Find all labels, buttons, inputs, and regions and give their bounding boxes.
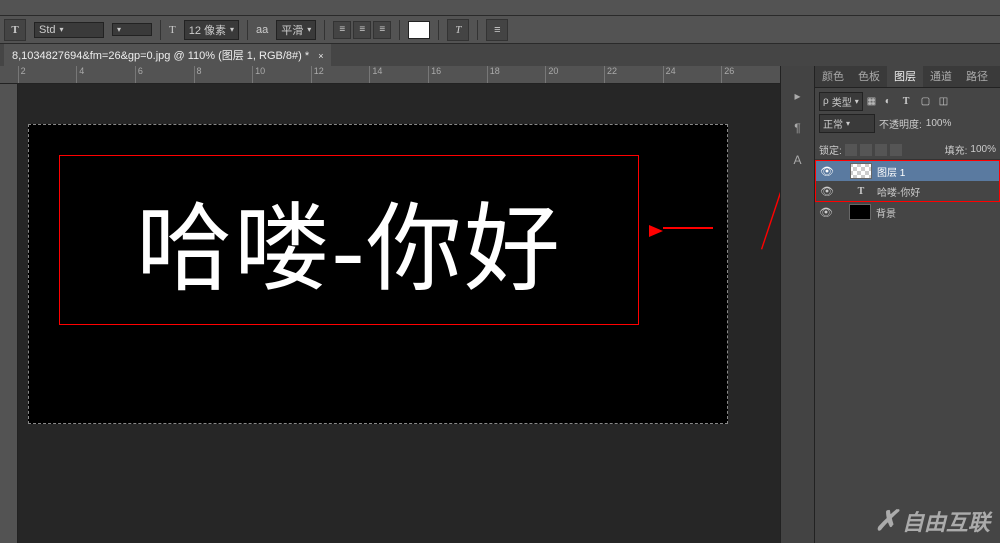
- filter-pixel-icon[interactable]: ▦: [867, 96, 881, 107]
- visibility-eye-icon[interactable]: 👁: [819, 206, 833, 219]
- annotation-arrow-icon: [649, 225, 663, 237]
- text-selection-box[interactable]: 哈喽-你好: [59, 155, 639, 325]
- layer-row[interactable]: 👁 背景: [815, 202, 1000, 222]
- menu-bar-placeholder: [0, 0, 1000, 16]
- opacity-label: 不透明度:: [879, 116, 922, 131]
- panel-tab-2[interactable]: 图层: [887, 65, 923, 87]
- fill-value[interactable]: 100%: [970, 144, 996, 155]
- opacity-value[interactable]: 100%: [926, 118, 952, 129]
- panel-tab-1[interactable]: 色板: [851, 65, 887, 87]
- panel-tab-0[interactable]: 颜色: [815, 65, 851, 87]
- filter-type-icon[interactable]: T: [903, 96, 917, 107]
- layer-row[interactable]: 👁 图层 1: [816, 161, 999, 181]
- panels-column: 颜色色板图层通道路径 ρ类型▾ ▦ ◐ T ▢ ◫ 正常▾ 不透明度: 100%…: [815, 66, 1000, 543]
- fill-label: 填充:: [945, 142, 968, 157]
- layer-name[interactable]: 背景: [876, 205, 896, 220]
- document-tab[interactable]: 8,1034827694&fm=26&gp=0.jpg @ 110% (图层 1…: [4, 44, 331, 66]
- canvas-text[interactable]: 哈喽-你好: [136, 171, 562, 310]
- layer-thumbnail: [850, 163, 872, 179]
- lock-position-icon[interactable]: [875, 144, 887, 156]
- font-size-dropdown[interactable]: 12 像素▾: [184, 20, 239, 40]
- align-right-button[interactable]: ≡: [373, 21, 391, 39]
- layer-row[interactable]: 👁 T 哈喽-你好: [816, 181, 999, 201]
- layer-filter-dropdown[interactable]: ρ类型▾: [819, 92, 863, 111]
- chevron-down-icon: ▾: [307, 25, 311, 34]
- dock-icon[interactable]: ▸: [788, 86, 808, 106]
- separator: [399, 20, 400, 40]
- font-family-dropdown[interactable]: Std▾: [34, 22, 104, 38]
- text-color-swatch[interactable]: [408, 21, 430, 39]
- vertical-ruler: [0, 84, 18, 543]
- separator: [160, 20, 161, 40]
- type-layer-icon: T: [850, 183, 872, 199]
- panel-tab-bar: 颜色色板图层通道路径: [815, 66, 1000, 88]
- blend-mode-dropdown[interactable]: 正常▾: [819, 114, 875, 133]
- antialias-icon: aa: [256, 24, 268, 36]
- artboard[interactable]: 哈喽-你好: [28, 124, 728, 424]
- close-tab-icon[interactable]: ×: [318, 51, 323, 61]
- visibility-eye-icon[interactable]: 👁: [820, 165, 834, 178]
- character-panel-button[interactable]: ≡: [486, 19, 508, 41]
- text-align-group: ≡ ≡ ≡: [333, 21, 391, 39]
- annotation-highlight-box: 👁 图层 1 👁 T 哈喽-你好: [815, 160, 1000, 202]
- lock-label: 锁定:: [819, 142, 842, 157]
- antialias-dropdown[interactable]: 平滑▾: [276, 20, 316, 40]
- visibility-eye-icon[interactable]: 👁: [820, 185, 834, 198]
- lock-transparent-icon[interactable]: [845, 144, 857, 156]
- warp-text-button[interactable]: T: [447, 19, 469, 41]
- separator: [477, 20, 478, 40]
- chevron-down-icon: ▾: [230, 25, 234, 34]
- document-tab-bar: 8,1034827694&fm=26&gp=0.jpg @ 110% (图层 1…: [0, 44, 1000, 66]
- lock-all-icon[interactable]: [890, 144, 902, 156]
- annotation-arrow-line: [663, 227, 713, 229]
- lock-pixels-icon[interactable]: [860, 144, 872, 156]
- font-style-dropdown[interactable]: ▾: [112, 23, 152, 36]
- watermark-text: 自由互联: [902, 505, 990, 537]
- panel-tab-4[interactable]: 路径: [959, 65, 995, 87]
- chevron-down-icon: ▾: [117, 25, 121, 34]
- align-left-button[interactable]: ≡: [333, 21, 351, 39]
- watermark: ✗ 自由互联: [875, 504, 990, 537]
- layers-list: 👁 图层 1 👁 T 哈喽-你好: [816, 161, 999, 201]
- layer-thumbnail: [849, 204, 871, 220]
- filter-smart-icon[interactable]: ◫: [939, 96, 953, 107]
- layers-options: ρ类型▾ ▦ ◐ T ▢ ◫ 正常▾ 不透明度: 100%: [815, 88, 1000, 140]
- align-center-button[interactable]: ≡: [353, 21, 371, 39]
- font-size-icon: T: [169, 24, 176, 36]
- separator: [247, 20, 248, 40]
- separator: [324, 20, 325, 40]
- filter-adjust-icon[interactable]: ◐: [885, 96, 899, 107]
- chevron-down-icon: ▾: [60, 25, 64, 34]
- character-dock-icon[interactable]: ¶: [788, 118, 808, 138]
- annotation-arrow-long: [755, 104, 780, 254]
- layer-name[interactable]: 图层 1: [877, 164, 905, 179]
- filter-shape-icon[interactable]: ▢: [921, 96, 935, 107]
- watermark-logo-icon: ✗: [875, 504, 898, 537]
- separator: [438, 20, 439, 40]
- document-title: 8,1034827694&fm=26&gp=0.jpg @ 110% (图层 1…: [12, 50, 309, 62]
- lock-row: 锁定: 填充: 100%: [815, 140, 1000, 160]
- tool-options-bar: T Std▾ ▾ T 12 像素▾ aa 平滑▾ ≡ ≡ ≡ T ≡: [0, 16, 1000, 44]
- collapsed-dock: ▸ ¶ A: [780, 66, 815, 543]
- panel-tab-3[interactable]: 通道: [923, 65, 959, 87]
- paragraph-dock-icon[interactable]: A: [788, 150, 808, 170]
- type-tool-icon[interactable]: T: [4, 19, 26, 41]
- layer-name[interactable]: 哈喽-你好: [877, 184, 920, 199]
- canvas-area: 2468101214161820222426 哈喽-你好: [0, 66, 780, 543]
- horizontal-ruler: 2468101214161820222426: [0, 66, 780, 84]
